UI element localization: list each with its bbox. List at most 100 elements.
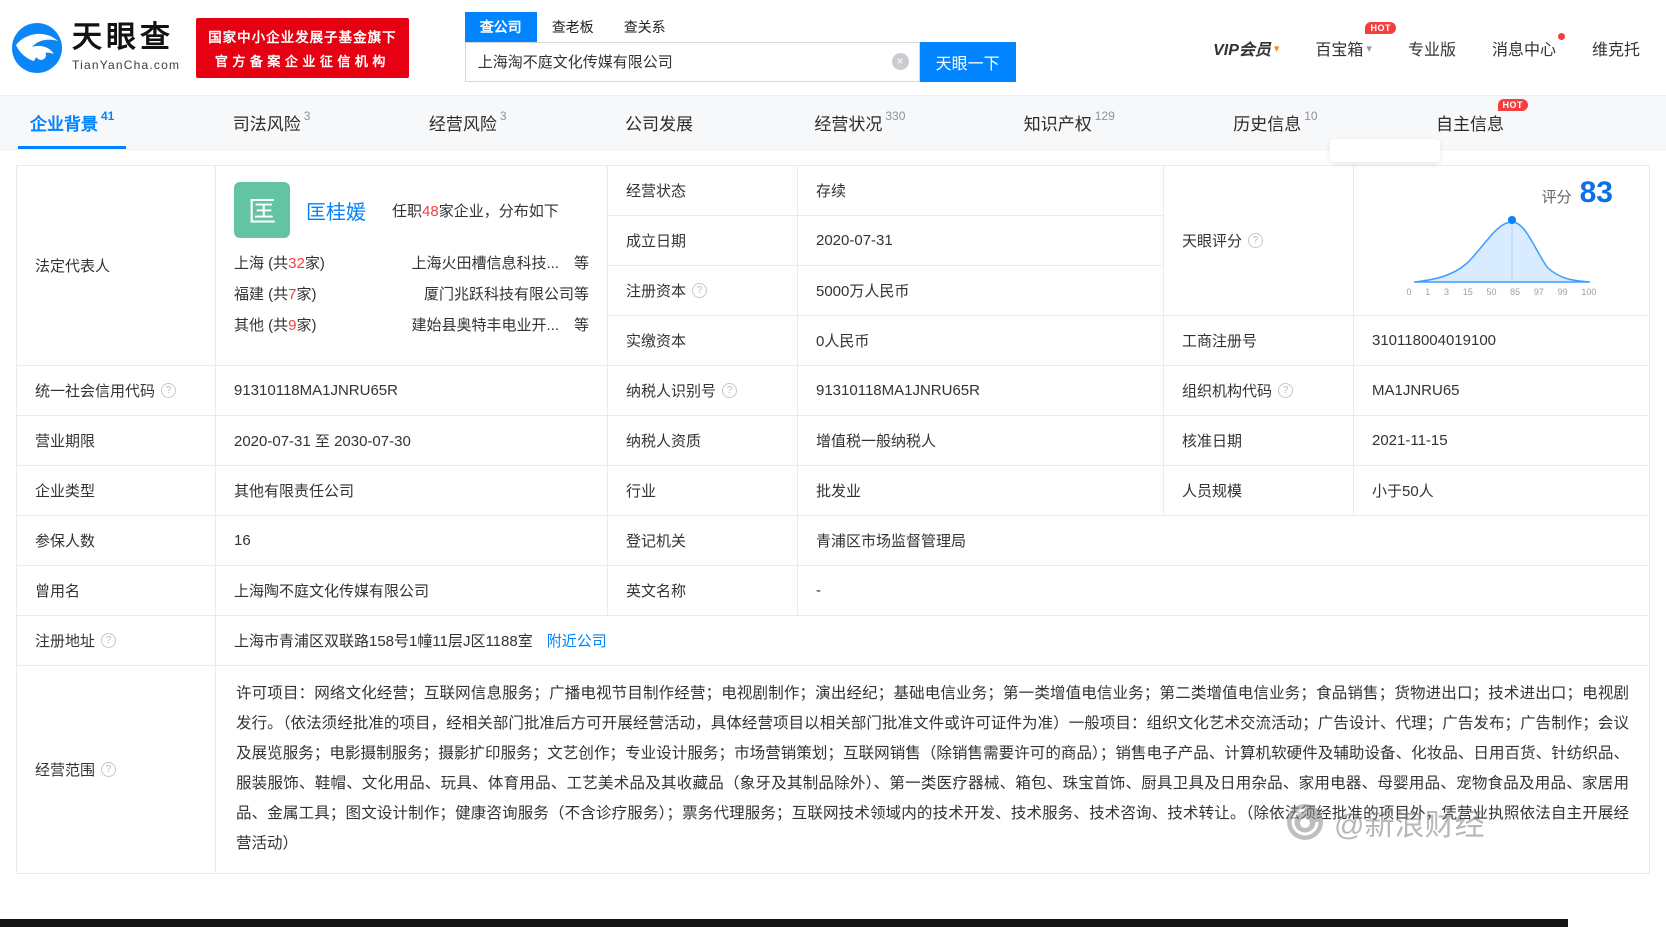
- field-label-tianyan-score: 天眼评分: [1164, 166, 1354, 316]
- tab-company-development[interactable]: 公司发展: [613, 96, 708, 149]
- legal-rep-top: 匡 匡桂媛 任职48家企业，分布如下: [234, 182, 589, 238]
- nearby-companies-link[interactable]: 附近公司: [547, 630, 607, 651]
- field-value-established: 2020-07-31: [798, 216, 1164, 266]
- company-info-table: 法定代表人 匡 匡桂媛 任职48家企业，分布如下 上海 (共32家) 上海火田槽…: [16, 165, 1650, 874]
- field-label-former-name: 曾用名: [17, 566, 216, 616]
- legal-rep-avatar[interactable]: 匡: [234, 182, 290, 238]
- score-value: 83: [1580, 176, 1613, 209]
- field-value-status: 存续: [798, 166, 1164, 216]
- nav-pro-version[interactable]: 专业版: [1408, 36, 1456, 60]
- field-label-business-scope: 经营范围: [17, 666, 216, 874]
- field-label-taxpayer-type: 纳税人资质: [608, 416, 798, 466]
- dropdown-stub: [1330, 139, 1440, 162]
- field-value-org-code: MA1JNRU65: [1354, 366, 1650, 416]
- location-company[interactable]: 厦门兆跃科技有限公司等: [424, 283, 589, 304]
- field-value-industry: 批发业: [798, 466, 1164, 516]
- search-row: 天眼一下: [465, 42, 1016, 82]
- tab-history-info[interactable]: 历史信息10: [1221, 96, 1329, 149]
- tab-company-background[interactable]: 企业背景41: [18, 96, 126, 149]
- field-value-former-name: 上海陶不庭文化传媒有限公司: [216, 566, 608, 616]
- nav-vip-member[interactable]: VIP会员: [1213, 36, 1279, 60]
- field-label-reg-number: 工商注册号: [1164, 316, 1354, 366]
- tianyancha-logo[interactable]: 天眼查 TianYanCha.com: [10, 21, 180, 75]
- score-head: 评分83: [1374, 176, 1613, 210]
- field-label-address: 注册地址: [17, 616, 216, 666]
- field-value-paid-capital: 0人民币: [798, 316, 1164, 366]
- search-area: 查公司 查老板 查关系 天眼一下: [465, 14, 1016, 82]
- field-value-english-name: -: [798, 566, 1650, 616]
- field-value-reg-capital: 5000万人民币: [798, 266, 1164, 316]
- help-icon[interactable]: [1278, 383, 1293, 398]
- nav-message-center[interactable]: 消息中心: [1492, 36, 1556, 60]
- help-icon[interactable]: [692, 283, 707, 298]
- brand-name: 天眼查: [72, 23, 180, 53]
- legal-rep-name-link[interactable]: 匡桂媛: [306, 196, 366, 225]
- field-label-registry: 登记机关: [608, 516, 798, 566]
- field-label-status: 经营状态: [608, 166, 798, 216]
- notification-dot: [1558, 33, 1565, 40]
- nav-extra[interactable]: 维克托: [1592, 36, 1640, 60]
- clear-icon[interactable]: [892, 53, 909, 70]
- field-label-approved-date: 核准日期: [1164, 416, 1354, 466]
- field-value-business-scope: 许可项目：网络文化经营；互联网信息服务；广播电视节目制作经营；电视剧制作；演出经…: [216, 666, 1650, 874]
- field-value-taxpayer-id: 91310118MA1JNRU65R: [798, 366, 1164, 416]
- chevron-down-icon: [1274, 39, 1280, 57]
- field-value-staff-size: 小于50人: [1354, 466, 1650, 516]
- location-company[interactable]: 建始县奥特丰电业开... 等: [411, 314, 589, 335]
- chevron-down-icon: [1366, 39, 1372, 57]
- field-value-registry: 青浦区市场监督管理局: [798, 516, 1650, 566]
- help-icon[interactable]: [101, 762, 116, 777]
- hot-badge: HOT: [1498, 99, 1529, 111]
- field-label-english-name: 英文名称: [608, 566, 798, 616]
- search-button[interactable]: 天眼一下: [920, 42, 1016, 82]
- certification-badge-line2: 官方备案企业征信机构: [208, 51, 397, 70]
- location-row: 上海 (共32家) 上海火田槽信息科技... 等: [234, 247, 589, 278]
- tianyancha-logo-icon: [10, 21, 64, 75]
- help-icon[interactable]: [161, 383, 176, 398]
- field-label-insured-count: 参保人数: [17, 516, 216, 566]
- help-icon[interactable]: [722, 383, 737, 398]
- logo-text: 天眼查 TianYanCha.com: [72, 23, 180, 72]
- field-label-legal-rep: 法定代表人: [17, 166, 216, 366]
- search-input[interactable]: [466, 53, 919, 70]
- field-value-approved-date: 2021-11-15: [1354, 416, 1650, 466]
- tab-intellectual-property[interactable]: 知识产权129: [1012, 96, 1127, 149]
- field-label-paid-capital: 实缴资本: [608, 316, 798, 366]
- search-tab-relationship[interactable]: 查关系: [609, 12, 681, 42]
- field-label-reg-capital: 注册资本: [608, 266, 798, 316]
- certification-badge: 国家中小企业发展子基金旗下 官方备案企业征信机构: [196, 18, 409, 78]
- field-label-business-term: 营业期限: [17, 416, 216, 466]
- field-label-org-code: 组织机构代码: [1164, 366, 1354, 416]
- tab-operation-status[interactable]: 经营状况330: [802, 96, 917, 149]
- field-value-reg-number: 310118004019100: [1354, 316, 1650, 366]
- field-label-taxpayer-id: 纳税人识别号: [608, 366, 798, 416]
- field-value-address: 上海市青浦区双联路158号1幢11层J区1188室 附近公司: [216, 616, 1650, 666]
- legal-rep-locations: 上海 (共32家) 上海火田槽信息科技... 等 福建 (共7家) 厦门兆跃科技…: [234, 247, 589, 340]
- field-label-industry: 行业: [608, 466, 798, 516]
- hot-badge: HOT: [1365, 22, 1396, 34]
- location-row: 福建 (共7家) 厦门兆跃科技有限公司等: [234, 278, 589, 309]
- tab-judicial-risk[interactable]: 司法风险3: [221, 96, 323, 149]
- tianyan-score-cell: 评分83 0131550859799100: [1354, 166, 1650, 316]
- nav-treasure-box[interactable]: 百宝箱 HOT: [1315, 36, 1372, 60]
- location-row: 其他 (共9家) 建始县奥特丰电业开... 等: [234, 309, 589, 340]
- legal-rep-cell: 匡 匡桂媛 任职48家企业，分布如下 上海 (共32家) 上海火田槽信息科技..…: [216, 166, 608, 366]
- field-label-staff-size: 人员规模: [1164, 466, 1354, 516]
- field-value-insured-count: 16: [216, 516, 608, 566]
- field-label-credit-code: 统一社会信用代码: [17, 366, 216, 416]
- tab-operation-risk[interactable]: 经营风险3: [417, 96, 519, 149]
- field-label-company-type: 企业类型: [17, 466, 216, 516]
- field-value-company-type: 其他有限责任公司: [216, 466, 608, 516]
- legal-rep-tenure: 任职48家企业，分布如下: [392, 200, 559, 221]
- score-axis: 0131550859799100: [1407, 287, 1597, 297]
- bottom-bar: [0, 919, 1568, 927]
- search-tabs: 查公司 查老板 查关系: [465, 14, 1016, 42]
- search-tab-company[interactable]: 查公司: [465, 12, 537, 42]
- search-tab-boss[interactable]: 查老板: [537, 12, 609, 42]
- location-company[interactable]: 上海火田槽信息科技... 等: [411, 252, 589, 273]
- help-icon[interactable]: [101, 633, 116, 648]
- field-value-credit-code: 91310118MA1JNRU65R: [216, 366, 608, 416]
- top-nav: VIP会员 百宝箱 HOT 专业版 消息中心 维克托: [1213, 36, 1652, 60]
- help-icon[interactable]: [1248, 233, 1263, 248]
- field-value-business-term: 2020-07-31 至 2030-07-30: [216, 416, 608, 466]
